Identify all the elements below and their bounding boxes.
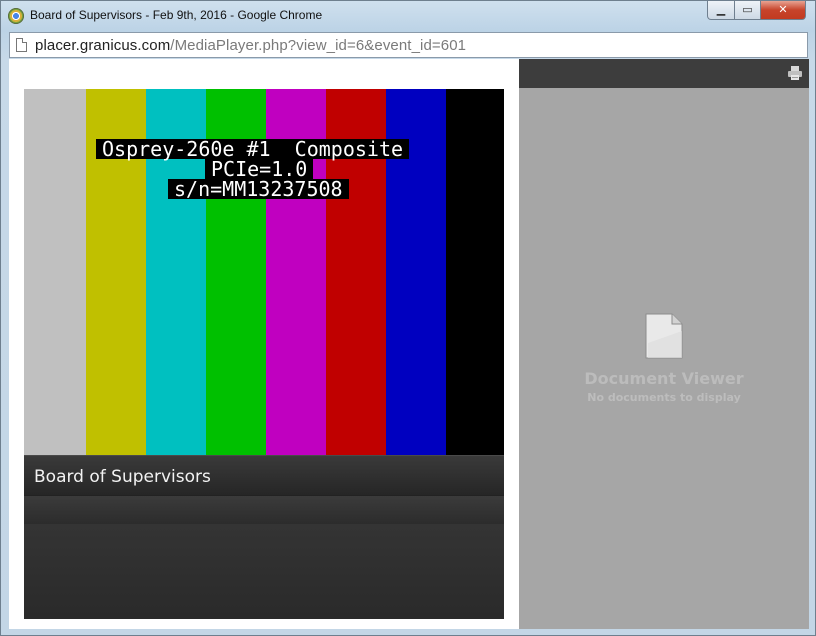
document-icon [645, 313, 683, 359]
document-toolbar [519, 59, 809, 88]
event-title-bar: Board of Supervisors [24, 455, 504, 495]
title-bar[interactable]: Board of Supervisors - Feb 9th, 2016 - G… [1, 1, 816, 31]
chrome-icon[interactable] [8, 8, 24, 24]
url-path: /MediaPlayer.php?view_id=6&event_id=601 [170, 37, 467, 54]
event-title: Board of Supervisors [34, 467, 211, 487]
overlay-line-3: s/n=MM13237508 [168, 179, 349, 199]
document-viewer-title: Document Viewer [584, 369, 744, 388]
minimize-button[interactable]: ▁ [707, 1, 735, 20]
maximize-button[interactable]: ▭ [734, 1, 761, 20]
address-bar[interactable]: placer.granicus.com/MediaPlayer.php?view… [9, 32, 808, 58]
video-overlay: Osprey-260e #1 Composite PCIe=1.0 s/n=MM… [24, 89, 504, 455]
browser-window: Board of Supervisors - Feb 9th, 2016 - G… [0, 0, 816, 636]
url-host: placer.granicus.com [35, 37, 171, 54]
page-content: Osprey-260e #1 Composite PCIe=1.0 s/n=MM… [9, 59, 809, 629]
document-viewer-subtitle: No documents to display [587, 391, 741, 404]
url-text[interactable]: placer.granicus.com/MediaPlayer.php?view… [35, 37, 466, 54]
overlay-line-2: PCIe=1.0 [205, 159, 314, 179]
window-title: Board of Supervisors - Feb 9th, 2016 - G… [30, 8, 323, 22]
player-control-bar[interactable] [24, 495, 504, 524]
player-lower-panel [24, 524, 504, 619]
close-button[interactable]: ✕ [760, 1, 806, 20]
media-player: Osprey-260e #1 Composite PCIe=1.0 s/n=MM… [24, 89, 504, 619]
document-viewer: Document Viewer No documents to display [519, 59, 809, 629]
print-icon[interactable] [787, 65, 803, 81]
page-icon [16, 38, 27, 52]
overlay-line-1: Osprey-260e #1 Composite [96, 139, 410, 159]
